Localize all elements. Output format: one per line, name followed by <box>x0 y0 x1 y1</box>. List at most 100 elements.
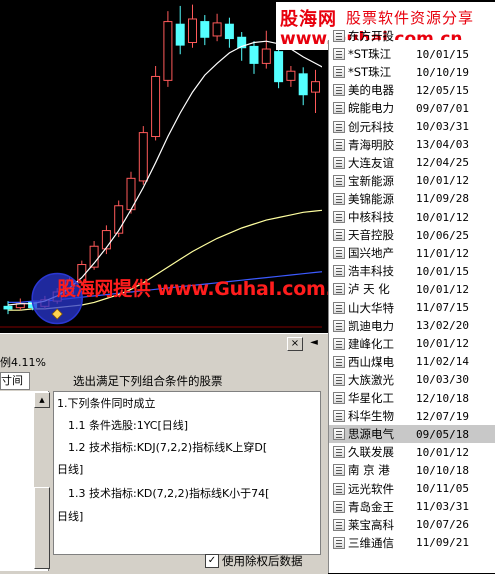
stock-date: 12/04/25 <box>416 156 469 170</box>
list-item-icon <box>333 337 345 350</box>
stock-list-item[interactable]: 久联发展 10/01/12 <box>329 443 495 461</box>
stock-list-item[interactable]: 西山煤电 11/02/14 <box>329 353 495 371</box>
candle-body <box>3 305 13 310</box>
stock-list-item[interactable]: 中核科技 10/01/12 <box>329 208 495 226</box>
stock-list-item[interactable]: 南 京 港 10/10/18 <box>329 461 495 479</box>
stock-list-item[interactable]: 浩丰科技 10/01/15 <box>329 262 495 280</box>
stock-list-item[interactable]: 泸 天 化 10/01/12 <box>329 280 495 298</box>
scroll-up-icon[interactable]: ▲ <box>34 392 50 408</box>
stock-list-item[interactable]: 思源电气 09/05/18 <box>329 425 495 444</box>
stock-list-item[interactable]: 山大华特 11/07/15 <box>329 299 495 317</box>
stock-list-item[interactable]: *ST珠江 10/01/15 <box>329 45 495 63</box>
list-item-icon <box>333 84 345 97</box>
stock-date: 12/07/19 <box>416 409 469 423</box>
list-item-icon <box>333 229 345 242</box>
stock-name: 美锦能源 <box>348 191 394 206</box>
list-item-icon <box>333 319 345 332</box>
stock-name: 科华生物 <box>348 409 394 424</box>
stock-list-item[interactable]: 宝新能源 10/01/12 <box>329 172 495 190</box>
stock-list-item[interactable]: 华星化工 12/10/18 <box>329 389 495 407</box>
stock-name: 西山煤电 <box>348 354 394 369</box>
list-item-icon <box>333 120 345 133</box>
left-scrollbar[interactable]: ▲ <box>33 392 50 569</box>
stock-list-item[interactable]: 大连友谊 12/04/25 <box>329 154 495 172</box>
condition-text-box[interactable]: 1.下列条件同时成立 1.1 条件选股:1YC[日线] 1.2 技术指标:KDJ… <box>53 391 321 555</box>
stock-list-item[interactable]: 莱宝高科 10/07/26 <box>329 516 495 534</box>
stock-date: 10/01/12 <box>416 210 469 224</box>
stock-list-item[interactable]: 美的电器 12/05/15 <box>329 81 495 99</box>
candle-body <box>261 48 271 64</box>
stock-name: *ST珠江 <box>348 65 392 80</box>
stock-list-item[interactable]: 科华生物 12/07/19 <box>329 407 495 425</box>
stock-name: 泸 天 化 <box>348 282 390 297</box>
stock-list-item[interactable]: 凯迪电力 13/02/20 <box>329 317 495 335</box>
condition-line: 日线] <box>57 463 84 476</box>
stock-date: 10/03/30 <box>416 373 469 387</box>
candle-body <box>224 23 234 40</box>
stock-name: 大连友谊 <box>348 155 394 170</box>
stock-date: 10/01/15 <box>416 264 469 278</box>
stock-name: 青岛金王 <box>348 499 394 514</box>
candle-body <box>138 132 148 182</box>
condition-heading: 选出满足下列组合条件的股票 <box>73 374 223 388</box>
stock-date: 10/01/12 <box>416 282 469 296</box>
stock-date: 10/10/19 <box>416 65 469 79</box>
stock-name: 皖能电力 <box>348 101 394 116</box>
stock-name: 青海明胶 <box>348 137 394 152</box>
stock-date: 12/10/18 <box>416 391 469 405</box>
stock-list-item[interactable]: 大族激光 10/03/30 <box>329 371 495 389</box>
use-adjusted-data-label: 使用除权后数据 <box>222 554 303 568</box>
stock-name: 中核科技 <box>348 210 394 224</box>
stock-date: 10/01/12 <box>416 337 469 351</box>
candle-body <box>311 81 320 93</box>
stock-list-item[interactable]: 皖能电力 09/07/01 <box>329 99 495 117</box>
stock-date: 10/01/15 <box>416 47 469 61</box>
collapse-arrow-icon[interactable]: ◄ <box>307 337 321 349</box>
stock-list-item[interactable]: 三维通信 11/09/21 <box>329 534 495 552</box>
list-item-icon <box>333 48 345 61</box>
stock-list-item[interactable]: 创元科技 10/03/31 <box>329 118 495 136</box>
list-item-icon <box>333 518 345 531</box>
stock-date: 13/02/20 <box>416 319 469 333</box>
tab-time[interactable]: 寸间 <box>0 372 30 390</box>
stock-date: 10/07/26 <box>416 518 469 532</box>
scroll-thumb[interactable] <box>34 487 50 569</box>
close-button[interactable]: × <box>287 337 303 351</box>
use-adjusted-data-checkbox[interactable]: ✓ <box>205 554 219 568</box>
stock-date: 10/06/25 <box>416 228 469 242</box>
stock-list-item[interactable]: *ST珠江 10/10/19 <box>329 63 495 81</box>
stock-list-item[interactable]: 天音控股 10/06/25 <box>329 226 495 244</box>
list-item-icon <box>333 283 345 296</box>
stock-list-item[interactable]: 东方开投 <box>329 27 495 45</box>
list-item-icon <box>333 156 345 169</box>
stock-date: 09/05/18 <box>416 427 469 441</box>
list-item-icon <box>333 373 345 386</box>
candle-body <box>249 45 259 64</box>
candle-body <box>151 75 161 138</box>
candle-body <box>101 230 111 250</box>
stock-list-item[interactable]: 青岛金王 11/03/31 <box>329 498 495 516</box>
stock-name: 天音控股 <box>348 228 394 243</box>
stock-list-item[interactable]: 青海明胶 13/04/03 <box>329 136 495 154</box>
stock-date: 10/11/05 <box>416 482 469 495</box>
stock-name: 大族激光 <box>348 372 394 387</box>
candle-body <box>212 22 222 37</box>
stock-date: 10/01/12 <box>416 174 469 188</box>
stock-name: 山大华特 <box>348 300 394 315</box>
stock-result-list[interactable]: 东方开投 *ST珠江 10/01/15 *ST珠江 10/10/19 美的电器 12/05/… <box>328 29 495 573</box>
list-item-icon <box>333 138 345 151</box>
list-item-icon <box>333 192 345 205</box>
condition-line: 1.下列条件同时成立 <box>57 397 156 410</box>
list-item-icon <box>333 410 345 423</box>
stock-date: 11/01/12 <box>416 246 469 260</box>
stock-date: 12/05/15 <box>416 83 469 97</box>
stock-list-item[interactable]: 远光软件 10/11/05 <box>329 480 495 498</box>
list-item-icon <box>333 247 345 260</box>
condition-line: 1.3 技术指标:KD(7,2,2)指标线K小于74[ <box>68 487 270 500</box>
stock-date: 10/03/31 <box>416 120 469 133</box>
list-item-icon <box>333 500 345 513</box>
stock-list-item[interactable]: 国兴地产 11/01/12 <box>329 244 495 262</box>
stock-list-item[interactable]: 美锦能源 11/09/28 <box>329 190 495 208</box>
candle-body <box>188 18 197 43</box>
stock-list-item[interactable]: 建峰化工 10/01/12 <box>329 335 495 353</box>
